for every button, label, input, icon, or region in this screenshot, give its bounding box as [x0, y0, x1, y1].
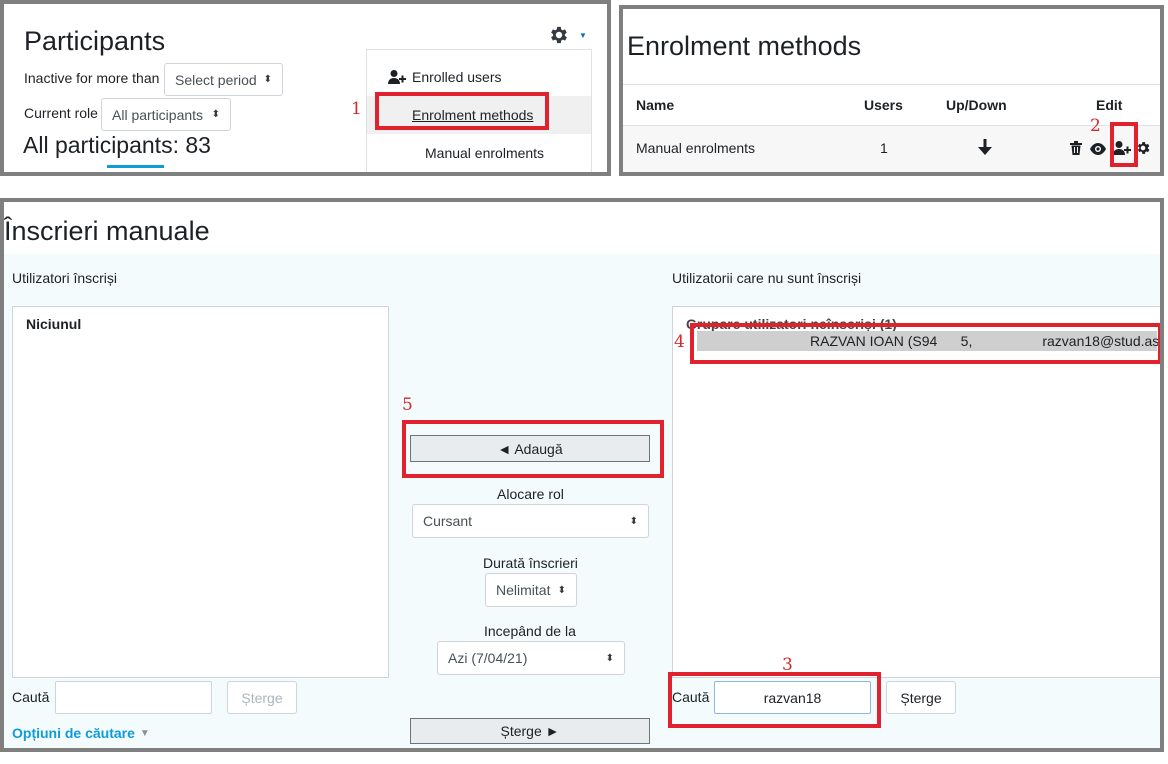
enrolment-duration-label: Durată înscrieri [483, 555, 578, 571]
annotation-box-1 [375, 92, 549, 130]
annotation-box-2 [1110, 122, 1138, 167]
search-label-left: Caută [12, 689, 50, 705]
inactive-label: Inactive for more than [24, 70, 160, 86]
role-label: Current role [24, 105, 98, 121]
select-caret-icon: ⬍ [557, 584, 566, 596]
select-caret-icon: ⬍ [605, 652, 614, 664]
remove-button[interactable]: Șterge ► [410, 718, 650, 744]
enrolment-duration-select[interactable]: Nelimitat ⬍ [485, 573, 577, 607]
participants-title: Participants [24, 26, 166, 56]
participants-panel: Participants Inactive for more than Sele… [0, 0, 611, 176]
user-plus-icon [388, 70, 406, 84]
enrolled-users-listbox[interactable]: Niciunul [12, 306, 389, 678]
clear-search-button-right[interactable]: Șterge [886, 681, 956, 714]
search-input-left[interactable] [55, 681, 212, 714]
search-options-label: Opțiuni de căutare [12, 725, 135, 741]
menu-item-enrolled-users[interactable]: Enrolled users [367, 58, 591, 96]
role-select-value: All participants [112, 106, 204, 123]
participants-count: All participants: 83 [23, 132, 211, 158]
select-caret-icon: ⬍ [263, 74, 272, 85]
manual-enrolments-title: Înscrieri manuale [4, 216, 210, 246]
chevron-down-icon: ▼ [579, 30, 587, 40]
row-method-name: Manual enrolments [636, 140, 756, 156]
select-caret-icon: ⬍ [629, 515, 638, 527]
col-header-users: Users [864, 97, 903, 113]
assign-role-value: Cursant [423, 513, 473, 529]
not-enrolled-heading: Utilizatorii care nu sunt înscriși [672, 270, 862, 286]
menu-item-label: Enrolled users [412, 69, 502, 85]
search-options-link[interactable]: Opțiuni de căutare ▼ [12, 725, 150, 741]
starting-from-value: Azi (7/04/21) [448, 650, 528, 666]
row-users-count: 1 [880, 140, 888, 156]
menu-item-label: Manual enrolments [425, 145, 545, 161]
clear-button-label: Șterge [241, 689, 283, 706]
trash-icon[interactable] [1070, 141, 1082, 160]
inactive-period-value: Select period [175, 71, 257, 88]
enrolment-methods-title: Enrolment methods [627, 31, 862, 61]
enrolment-duration-value: Nelimitat [496, 582, 551, 598]
manual-enrolments-panel: Înscrieri manuale Utilizatori înscriși N… [0, 198, 1164, 752]
annotation-number-2: 2 [1090, 116, 1101, 136]
eye-icon[interactable] [1090, 142, 1106, 160]
clear-button-label: Șterge [900, 689, 942, 706]
col-header-name: Name [636, 97, 675, 113]
starting-from-label: Incepând de la [484, 623, 576, 639]
arrow-down-icon[interactable] [978, 139, 992, 160]
annotation-box-5 [402, 420, 664, 478]
assign-role-label: Alocare rol [497, 486, 564, 502]
annotation-number-5: 5 [402, 395, 413, 415]
assign-role-select[interactable]: Cursant ⬍ [412, 504, 649, 538]
remove-button-label: Șterge ► [500, 723, 560, 739]
active-tab-underline [107, 165, 164, 168]
select-caret-icon: ⬍ [211, 109, 220, 120]
annotation-number-3: 3 [782, 655, 793, 675]
inactive-period-select[interactable]: Select period ⬍ [164, 63, 283, 96]
enrolment-methods-panel: Enrolment methods Name Users Up/Down Edi… [619, 5, 1164, 176]
col-header-updown: Up/Down [946, 97, 1007, 113]
annotation-number-1: 1 [351, 99, 362, 119]
starting-from-select[interactable]: Azi (7/04/21) ⬍ [437, 641, 625, 675]
col-header-edit: Edit [1096, 97, 1123, 113]
clear-search-button-left[interactable]: Șterge [227, 681, 297, 714]
annotation-number-4: 4 [674, 332, 685, 352]
list-item: Niciunul [26, 316, 82, 332]
role-select[interactable]: All participants ⬍ [101, 98, 231, 131]
settings-menu-toggle[interactable]: ▼ [548, 22, 594, 48]
caret-down-icon: ▼ [139, 727, 150, 739]
enrolled-users-heading: Utilizatori înscriși [12, 270, 118, 286]
menu-item-manual-enrolments[interactable]: Manual enrolments [367, 134, 591, 172]
gear-icon [551, 26, 567, 44]
annotation-box-3 [668, 672, 881, 728]
annotation-box-4 [690, 323, 1160, 364]
